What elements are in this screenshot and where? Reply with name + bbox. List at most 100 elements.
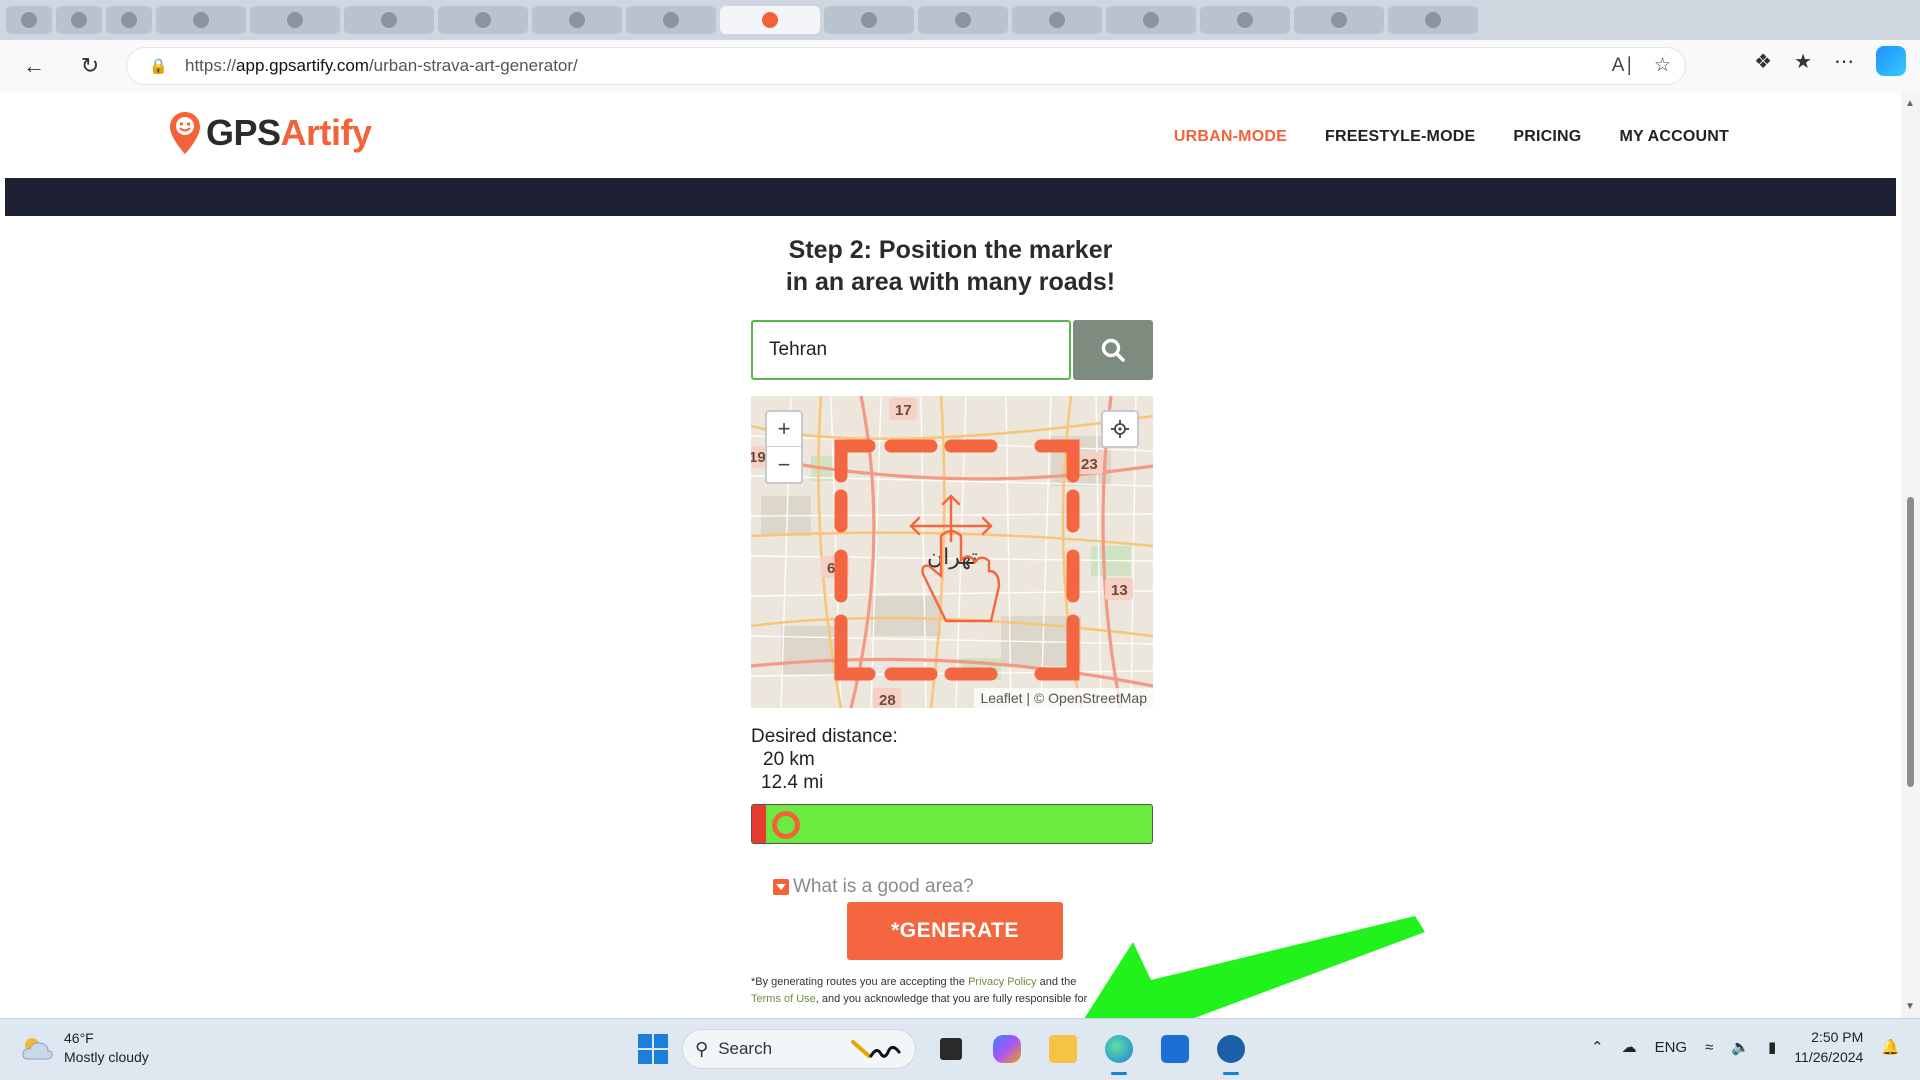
wifi-icon[interactable]: ≈: [1705, 1039, 1713, 1056]
privacy-policy-link[interactable]: Privacy Policy: [968, 976, 1036, 988]
favorite-star-icon[interactable]: ☆: [1654, 54, 1671, 77]
map-attribution: Leaflet | © OpenStreetMap: [974, 688, 1153, 708]
browser-tab[interactable]: [156, 6, 246, 34]
leaflet-link[interactable]: Leaflet: [980, 690, 1022, 706]
browser-tab[interactable]: [106, 6, 152, 34]
browser-tab[interactable]: [344, 6, 434, 34]
map-pin-logo-icon: [170, 112, 200, 154]
nav-my-account[interactable]: MY ACCOUNT: [1619, 128, 1729, 146]
favorites-icon[interactable]: ★: [1794, 49, 1812, 74]
copilot-icon[interactable]: [1876, 46, 1906, 76]
show-hidden-icons-chevron-icon[interactable]: ⌃: [1591, 1038, 1604, 1056]
nav-freestyle-mode[interactable]: FREESTYLE-MODE: [1325, 128, 1475, 146]
taskbar-search-label: Search: [718, 1039, 773, 1058]
good-area-toggle[interactable]: What is a good area?: [773, 876, 974, 898]
input-language[interactable]: ENG: [1655, 1039, 1688, 1056]
main-nav: URBAN-MODE FREESTYLE-MODE PRICING MY ACC…: [1174, 128, 1729, 146]
tab-favicon-icon: [21, 12, 37, 28]
tab-favicon-icon: [1049, 12, 1065, 28]
start-button[interactable]: [638, 1034, 668, 1064]
logo-text-artify: Artify: [280, 112, 373, 153]
map-tiles: 17 19 23 67 13 28 تهران: [751, 396, 1153, 708]
notification-bell-icon[interactable]: 🔔: [1881, 1038, 1900, 1056]
scroll-down-icon[interactable]: ▼: [1905, 1001, 1915, 1012]
search-highlight-icon: [851, 1040, 901, 1058]
attribution-separator: | ©: [1022, 690, 1049, 706]
browser-tab[interactable]: [6, 6, 52, 34]
url-text: https://app.gpsartify.com/urban-strava-a…: [185, 56, 578, 75]
browser-tab[interactable]: [438, 6, 528, 34]
browser-tab[interactable]: [250, 6, 340, 34]
taskbar-clock[interactable]: 2:50 PM 11/26/2024: [1794, 1027, 1863, 1067]
copilot-app-icon[interactable]: [986, 1028, 1028, 1070]
taskbar-search[interactable]: ⚲ Search: [682, 1029, 916, 1069]
back-icon[interactable]: ←: [14, 46, 54, 86]
extensions-icon[interactable]: ❖: [1754, 49, 1772, 74]
nav-pricing[interactable]: PRICING: [1513, 128, 1581, 146]
browser-tab[interactable]: [824, 6, 914, 34]
more-menu-icon[interactable]: ⋯: [1834, 49, 1854, 74]
volume-icon[interactable]: 🔈: [1731, 1038, 1750, 1056]
browser-tab[interactable]: [1012, 6, 1102, 34]
annotation-arrow-icon: [1084, 916, 1425, 1018]
map-zoom-control: + −: [765, 410, 803, 484]
browser-tab[interactable]: [918, 6, 1008, 34]
crosshair-icon: [1111, 420, 1129, 438]
locate-me-button[interactable]: [1101, 410, 1139, 448]
browser-tab-active[interactable]: [720, 6, 820, 34]
browser-tab-strip: [0, 0, 1920, 40]
nav-urban-mode[interactable]: URBAN-MODE: [1174, 128, 1287, 146]
page-viewport: GPSArtify URBAN-MODE FREESTYLE-MODE PRIC…: [5, 92, 1901, 1018]
step-title-line-2: in an area with many roads!: [785, 268, 1116, 296]
read-aloud-icon[interactable]: A∣: [1612, 54, 1634, 77]
scroll-up-icon[interactable]: ▲: [1905, 98, 1915, 109]
road-number: 28: [879, 692, 896, 708]
browser-tab[interactable]: [532, 6, 622, 34]
zoom-in-button[interactable]: +: [767, 412, 801, 447]
legal-text: *By generating routes you are accepting …: [751, 976, 969, 988]
openstreetmap-link[interactable]: OpenStreetMap: [1048, 690, 1147, 706]
zoom-out-button[interactable]: −: [767, 447, 801, 482]
search-button[interactable]: [1073, 320, 1153, 380]
weather-widget[interactable]: 46°F Mostly cloudy: [20, 1029, 149, 1067]
edge-browser-icon[interactable]: [1098, 1028, 1140, 1075]
site-logo[interactable]: GPSArtify: [168, 110, 372, 156]
tab-favicon-icon: [1237, 12, 1253, 28]
distance-slider[interactable]: [751, 804, 1153, 844]
app-v-icon[interactable]: [1210, 1028, 1252, 1075]
expand-caret-icon: [773, 879, 789, 895]
cloudy-weather-icon: [22, 1038, 53, 1060]
battery-icon[interactable]: ▮: [1768, 1038, 1776, 1056]
address-bar[interactable]: 🔒 https://app.gpsartify.com/urban-strava…: [126, 47, 1686, 85]
tab-favicon-icon: [381, 12, 397, 28]
terms-of-use-link[interactable]: Terms of Use: [751, 993, 816, 1005]
browser-tab[interactable]: [1294, 6, 1384, 34]
file-explorer-icon[interactable]: [1042, 1028, 1084, 1070]
distance-slider-handle[interactable]: [772, 811, 800, 839]
generate-button[interactable]: *GENERATE: [847, 902, 1063, 960]
map-view[interactable]: 17 19 23 67 13 28 تهران + − Leaflet | © …: [751, 396, 1153, 708]
task-view-icon[interactable]: [930, 1028, 972, 1070]
browser-tab[interactable]: [626, 6, 716, 34]
browser-tab[interactable]: [1200, 6, 1290, 34]
refresh-icon[interactable]: ↻: [70, 46, 110, 86]
weather-temp: 46°F: [64, 1030, 94, 1046]
browser-tab[interactable]: [1106, 6, 1196, 34]
browser-tab[interactable]: [56, 6, 102, 34]
tab-favicon-icon: [861, 12, 877, 28]
distance-slider-fill: [752, 805, 766, 843]
tab-favicon-icon: [121, 12, 137, 28]
scrollbar-thumb[interactable]: [1907, 497, 1914, 787]
main-content: Step 2: Position the marker in an area w…: [5, 216, 1896, 1018]
onedrive-offline-icon[interactable]: ☁: [1622, 1038, 1637, 1056]
tab-favicon-icon: [663, 12, 679, 28]
microsoft-store-icon[interactable]: [1154, 1028, 1196, 1070]
tab-favicon-icon: [1331, 12, 1347, 28]
page-scrollbar[interactable]: ▲ ▼: [1901, 92, 1920, 1018]
distance-mi: 12.4 mi: [761, 772, 824, 793]
road-number: 13: [1111, 582, 1128, 599]
location-search-input[interactable]: [751, 320, 1071, 380]
step-title: Step 2: Position the marker in an area w…: [5, 234, 1896, 298]
tab-favicon-icon: [569, 12, 585, 28]
browser-tab[interactable]: [1388, 6, 1478, 34]
